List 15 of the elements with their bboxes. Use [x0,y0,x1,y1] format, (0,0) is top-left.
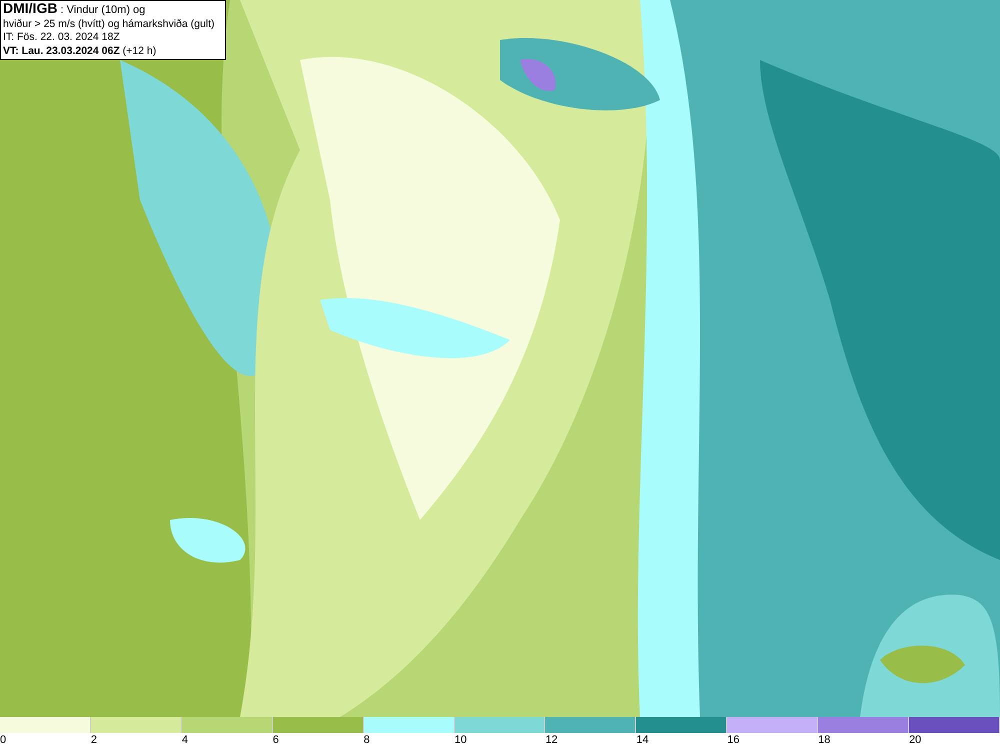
legend-tick-label: 10 [454,733,467,747]
legend-tick-label: 0 [0,733,6,747]
legend-tick-label: 18 [818,733,830,747]
legend-tick-label: 20 [909,733,922,747]
legend-tick-label: 12 [545,733,558,747]
header-text: IT: Fös. 22. 03. 2024 18Z [3,31,121,44]
legend-tick-label: 4 [182,733,188,747]
header-text: hviður > 25 m/s (hvítt) og hámarkshviða (gult) [3,18,216,31]
legend-tick-label: 14 [636,733,649,747]
legend-tick-label: 16 [727,733,740,747]
legend-tick-label: 2 [90,733,98,747]
legend-tick-label: 8 [364,733,370,747]
legend-tick-label: 6 [272,733,279,747]
header-text: DMI/IGB : Vindur (10m) og [3,2,146,18]
header-text: VT: Lau. 23.03.2024 06Z (+12 h) [3,44,158,58]
